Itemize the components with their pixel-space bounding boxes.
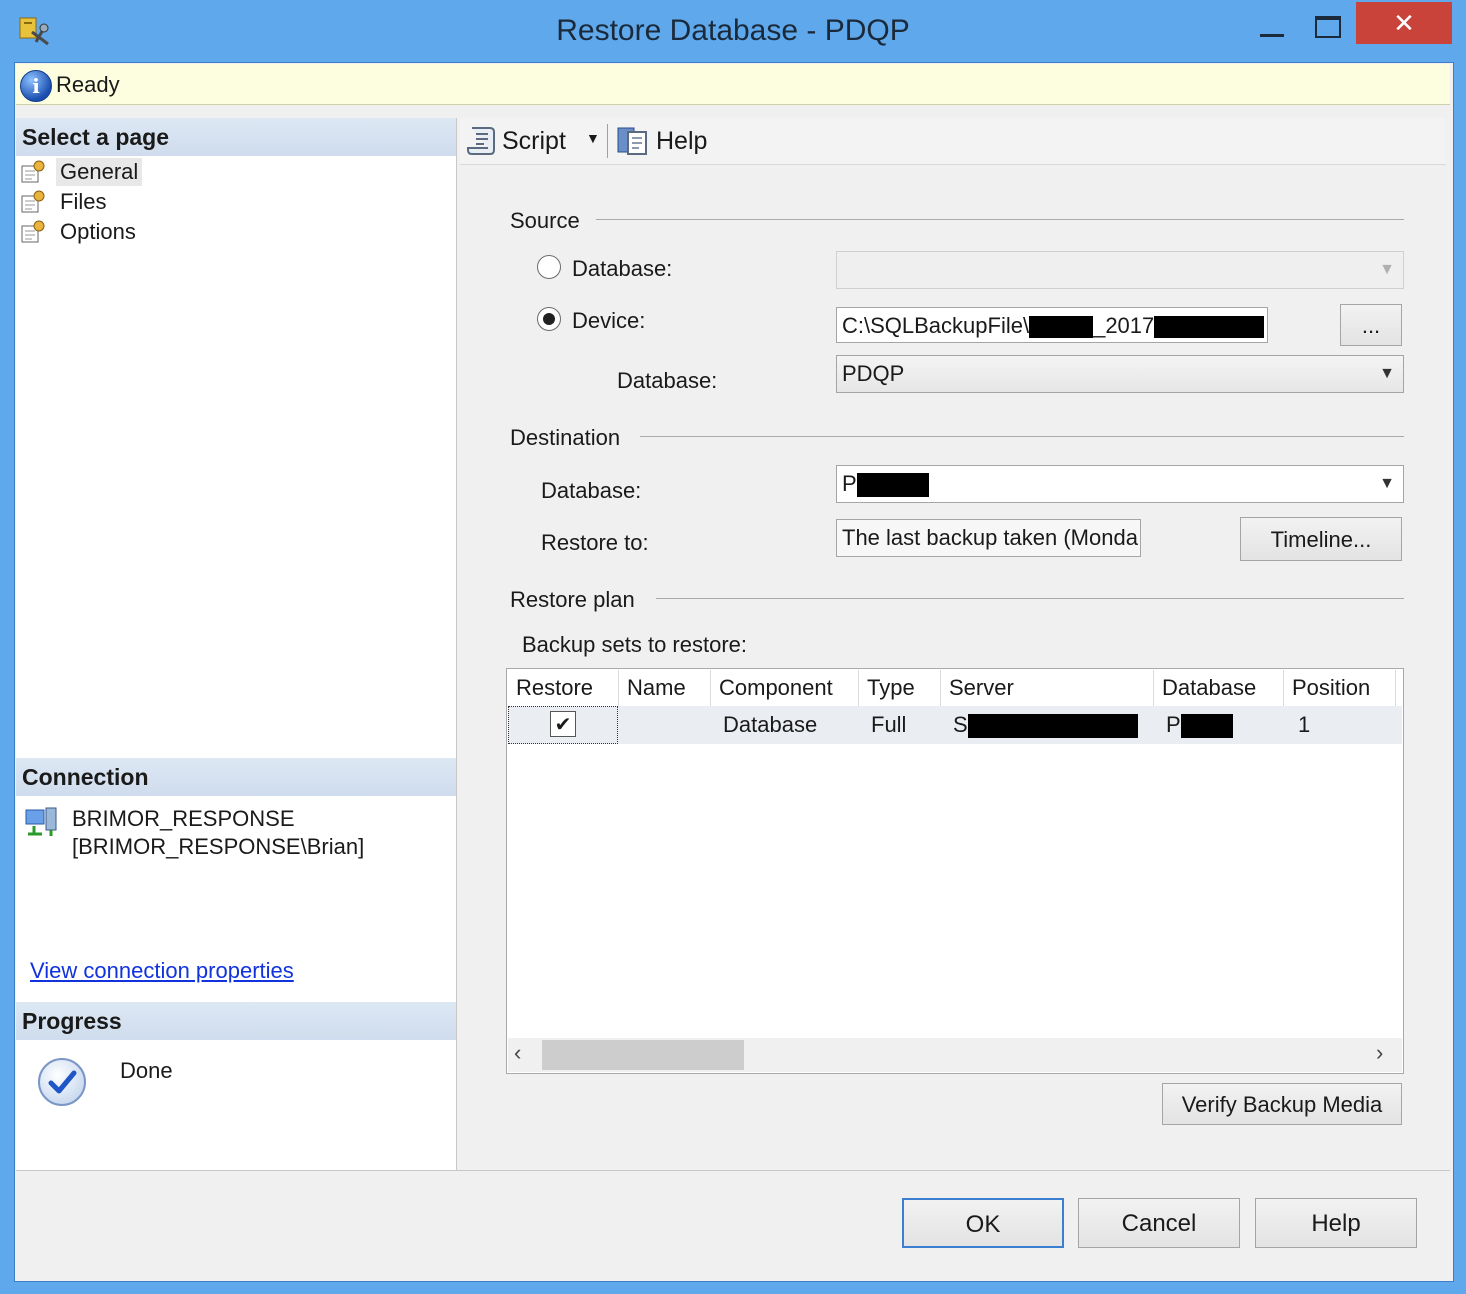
select-page-header: Select a page [16,118,456,156]
backup-sets-label: Backup sets to restore: [522,632,747,657]
help-document-icon[interactable] [616,124,650,158]
device-database-value: PDQP [842,361,905,386]
device-path-prefix: C:\SQLBackupFile\ [842,313,1030,338]
cell-database-prefix: P [1166,712,1181,737]
redacted-block [856,473,929,498]
redacted-block [1180,714,1233,739]
cell-server: S [953,706,1138,744]
window-title: Restore Database - PDQP [556,14,910,47]
toolbar-separator [607,124,608,158]
cancel-button[interactable]: Cancel [1078,1198,1240,1248]
redacted-block [1029,316,1094,339]
chevron-down-icon: ▼ [1379,475,1395,492]
progress-status: Done [120,1058,173,1083]
minimize-button[interactable] [1252,10,1296,50]
page-gear-icon [21,220,45,243]
page-gear-icon [21,190,45,213]
connection-server-name: BRIMOR_RESPONSE [72,806,295,831]
help-toolbar-button[interactable]: Help [656,127,707,156]
browse-device-button[interactable]: ... [1340,304,1402,346]
connection-user: [BRIMOR_RESPONSE\Brian] [72,834,365,859]
maximize-button[interactable] [1305,10,1349,50]
restore-checkbox[interactable]: ✔ [550,711,576,737]
source-device-radio[interactable] [537,307,561,331]
info-icon: i [20,70,52,102]
scroll-right-arrow[interactable]: › [1376,1040,1383,1066]
restore-plan-group-title: Restore plan [510,587,635,612]
status-bar [16,64,1450,105]
redacted-block [1154,316,1265,339]
view-connection-properties-link[interactable]: View connection properties [30,958,294,984]
destination-database-label: Database: [541,478,642,503]
source-device-radio-label: Device: [572,308,646,333]
verify-backup-media-button[interactable]: Verify Backup Media [1162,1083,1402,1125]
device-database-label: Database: [617,368,718,393]
restore-to-label: Restore to: [541,530,649,555]
device-database-combo[interactable]: PDQP ▼ [836,355,1404,393]
column-header-position[interactable]: Position [1284,670,1396,706]
page-item-label: General [56,158,143,186]
page-item-options[interactable]: Options [20,218,160,246]
connection-header: Connection [16,758,456,796]
source-group-title: Source [510,208,580,233]
destination-database-combo[interactable]: P ▼ [836,465,1404,503]
source-database-radio[interactable] [537,255,561,279]
source-database-combo: ▼ [836,251,1404,289]
chevron-down-icon: ▼ [1379,261,1395,278]
cell-server-prefix: S [953,712,968,737]
page-gear-icon [21,160,45,183]
column-header-restore[interactable]: Restore [508,670,619,706]
column-header-type[interactable]: Type [859,670,941,706]
cell-component: Database [723,712,818,737]
check-circle-icon [38,1058,86,1106]
column-header-database[interactable]: Database [1154,670,1284,706]
restore-plan-divider [656,598,1404,599]
destination-group-title: Destination [510,425,621,450]
destination-database-value: P [842,471,857,496]
chevron-down-icon: ▼ [1379,365,1395,382]
script-scroll-icon[interactable] [466,124,498,156]
page-item-general[interactable]: General [20,158,160,186]
footer-divider [16,1170,1450,1171]
redacted-block [967,714,1138,739]
source-divider [596,219,1404,220]
status-text: Ready [56,72,120,97]
page-item-label: Options [60,219,136,244]
script-button[interactable]: Script [502,127,566,156]
help-button[interactable]: Help [1255,1198,1417,1248]
destination-divider [640,436,1404,437]
timeline-button[interactable]: Timeline... [1240,517,1402,561]
source-database-radio-label: Database: [572,256,673,281]
column-header-name[interactable]: Name [619,670,711,706]
server-connection-icon [25,807,57,836]
device-path-field[interactable]: C:\SQLBackupFile\ _2017 [836,307,1268,343]
scroll-left-arrow[interactable]: ‹ [514,1040,521,1066]
cell-database: P [1166,706,1233,744]
ok-button[interactable]: OK [902,1198,1064,1248]
scrollbar-thumb[interactable] [542,1040,744,1070]
column-header-server[interactable]: Server [941,670,1154,706]
device-path-mid: _2017 [1093,313,1155,338]
close-button[interactable]: ✕ [1356,2,1452,44]
cell-type: Full [871,712,907,737]
script-dropdown-arrow[interactable]: ▼ [586,130,600,146]
cell-position: 1 [1298,712,1311,737]
page-item-files[interactable]: Files [20,188,160,216]
restore-to-field: The last backup taken (Monda [836,519,1141,557]
progress-header: Progress [16,1002,456,1040]
page-item-label: Files [60,189,107,214]
column-header-component[interactable]: Component [711,670,859,706]
